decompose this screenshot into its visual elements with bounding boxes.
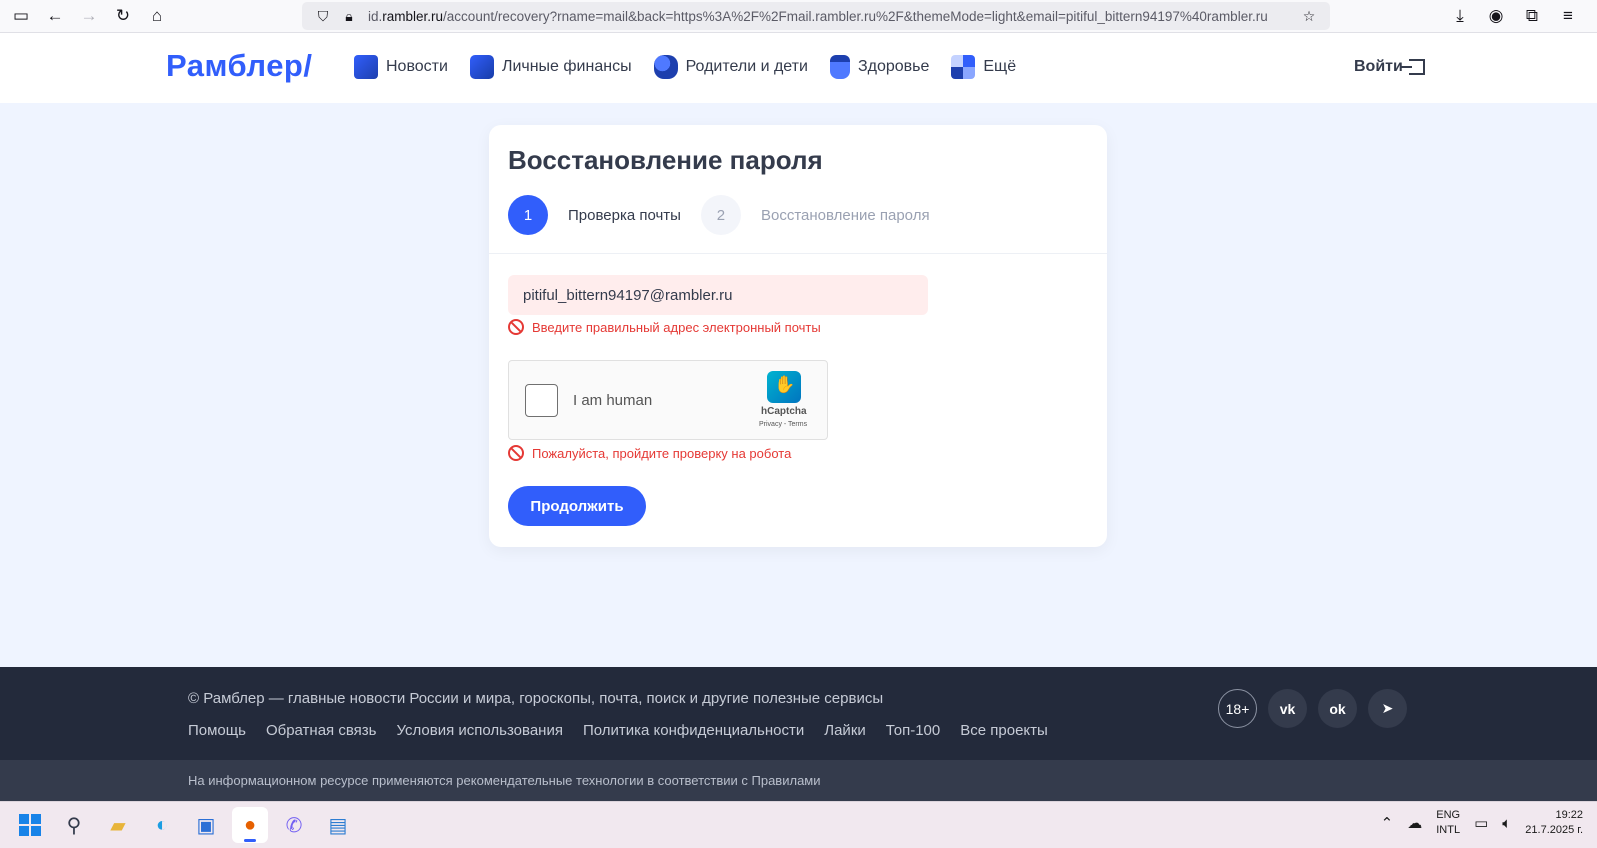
hcaptcha-logo-icon xyxy=(767,371,801,403)
odnoklassniki-icon[interactable]: ok xyxy=(1318,689,1357,728)
clock[interactable]: 19:22 21.7.2025 г. xyxy=(1525,808,1583,838)
captcha-error: Пожалуйста, пройдите проверку на робота xyxy=(508,445,791,461)
step-2-number: 2 xyxy=(700,195,741,235)
login-label: Войти xyxy=(1354,58,1403,75)
step-1-number: 1 xyxy=(508,195,548,235)
downloads-icon[interactable]: ⤓ xyxy=(1443,2,1477,30)
browser-toolbar: ▭ ← → ↻ ⌂ ⛉ 🔒︎ id.rambler.ru/account/rec… xyxy=(0,0,1597,33)
url-host: rambler.ru xyxy=(382,8,444,24)
site-header: Рамблер/ Новости Личные финансы Родители… xyxy=(0,33,1597,103)
footer-link-top100[interactable]: Топ-100 xyxy=(886,722,940,739)
rambler-logo[interactable]: Рамблер/ xyxy=(166,48,312,84)
card-divider xyxy=(489,253,1107,254)
nav-label: Ещё xyxy=(983,58,1017,75)
site-footer: © Рамблер — главные новости России и мир… xyxy=(0,667,1597,760)
windows-taskbar: ⚲ ▰ ◐ ▣ ● ✆ ▤ ⌃ ☁ ENG INTL ▭ 🔈︎ 19:22 21… xyxy=(0,801,1597,848)
nav-label: Личные финансы xyxy=(501,58,632,75)
nav-item-health[interactable]: Здоровье xyxy=(829,55,930,79)
language-indicator[interactable]: ENG INTL xyxy=(1436,808,1460,838)
error-icon xyxy=(508,319,524,335)
chevron-up-icon[interactable]: ⌃ xyxy=(1381,814,1394,832)
family-icon xyxy=(653,55,678,79)
footer-note-text[interactable]: На информационном ресурсе применяются ре… xyxy=(188,773,821,788)
social-links: 18+ vk ok ➤ xyxy=(1218,689,1407,728)
reload-icon[interactable]: ↻ xyxy=(106,2,140,30)
footer-link-all-projects[interactable]: Все проекты xyxy=(960,722,1048,739)
vk-icon[interactable]: vk xyxy=(1268,689,1307,728)
medicine-icon xyxy=(829,55,850,79)
stepper: 1 Проверка почты 2 Восстановление пароля xyxy=(508,195,950,235)
nav-label: Новости xyxy=(386,58,448,75)
lock-icon[interactable]: 🔒︎ xyxy=(336,8,362,25)
footer-link-terms[interactable]: Условия использования xyxy=(396,722,563,739)
windows-start-icon[interactable] xyxy=(12,807,48,843)
captcha-brand: hCaptcha xyxy=(761,406,807,417)
email-error: Введите правильный адрес электронный поч… xyxy=(508,319,821,335)
shield-icon[interactable]: ⛉ xyxy=(310,8,336,25)
system-tray: ⌃ ☁ ENG INTL ▭ 🔈︎ 19:22 21.7.2025 г. xyxy=(1381,808,1583,838)
sidebar-toggle-icon[interactable]: ▭ xyxy=(4,2,38,30)
taskbar-apps: ⚲ ▰ ◐ ▣ ● ✆ ▤ xyxy=(12,807,356,843)
footer-links: Помощь Обратная связь Условия использова… xyxy=(188,722,1048,739)
clock-time: 19:22 xyxy=(1555,809,1583,821)
telegram-icon[interactable]: ➤ xyxy=(1368,689,1407,728)
email-input[interactable] xyxy=(508,275,928,315)
edge-icon[interactable]: ◐ xyxy=(144,807,180,843)
captcha-links[interactable]: Privacy - Terms xyxy=(759,421,807,428)
account-icon[interactable]: ◉ xyxy=(1479,2,1513,30)
login-icon xyxy=(1400,59,1425,75)
bookmark-star-icon[interactable]: ☆ xyxy=(1296,8,1322,25)
lang-layout: INTL xyxy=(1436,824,1461,836)
url-bar[interactable]: ⛉ 🔒︎ id.rambler.ru/account/recovery?rnam… xyxy=(302,2,1330,30)
nav-label: Здоровье xyxy=(857,58,930,75)
lang-code: ENG xyxy=(1436,809,1461,821)
cloud-off-icon[interactable]: ☁ xyxy=(1407,814,1422,832)
email-error-text: Введите правильный адрес электронный поч… xyxy=(532,319,821,335)
volume-icon[interactable]: 🔈︎ xyxy=(1502,815,1511,832)
url-path: /account/recovery?rname=mail&back=https%… xyxy=(443,8,1268,24)
page-title: Восстановление пароля xyxy=(508,145,823,175)
captcha-label: I am human xyxy=(573,392,653,409)
nav-item-family[interactable]: Родители и дети xyxy=(653,55,808,79)
notepad-icon[interactable]: ▤ xyxy=(320,807,356,843)
grid-icon xyxy=(951,55,976,79)
menu-icon[interactable]: ≡ xyxy=(1551,2,1585,30)
recovery-card: Восстановление пароля 1 Проверка почты 2… xyxy=(489,125,1107,547)
step-1-label: Проверка почты xyxy=(568,206,681,224)
wallet-icon xyxy=(469,55,494,79)
nav-label: Родители и дети xyxy=(685,58,808,75)
network-icon[interactable]: ▭ xyxy=(1474,814,1488,832)
footer-link-likes[interactable]: Лайки xyxy=(824,722,866,739)
age-rating-badge: 18+ xyxy=(1218,689,1257,728)
captcha-checkbox[interactable] xyxy=(525,384,558,417)
footer-copyright: © Рамблер — главные новости России и мир… xyxy=(188,690,884,707)
nav-item-news[interactable]: Новости xyxy=(354,55,448,79)
error-icon xyxy=(508,445,524,461)
extensions-icon[interactable]: ⧉ xyxy=(1515,2,1549,30)
footer-link-privacy[interactable]: Политика конфиденциальности xyxy=(583,722,804,739)
search-icon[interactable]: ⚲ xyxy=(56,807,92,843)
nav-item-finance[interactable]: Личные финансы xyxy=(469,55,632,79)
login-button[interactable]: Войти xyxy=(1354,58,1425,76)
firefox-icon[interactable]: ● xyxy=(232,807,268,843)
step-2-label: Восстановление пароля xyxy=(760,206,930,224)
store-icon[interactable]: ▣ xyxy=(188,807,224,843)
url-prefix: id. xyxy=(368,8,383,24)
nav-item-more[interactable]: Ещё xyxy=(951,55,1016,79)
captcha-error-text: Пожалуйста, пройдите проверку на робота xyxy=(532,445,792,461)
home-icon[interactable]: ⌂ xyxy=(140,2,174,30)
footer-link-feedback[interactable]: Обратная связь xyxy=(266,722,377,739)
clock-date: 21.7.2025 г. xyxy=(1525,824,1583,836)
viber-icon[interactable]: ✆ xyxy=(276,807,312,843)
footer-note: На информационном ресурсе применяются ре… xyxy=(0,760,1597,801)
newspaper-icon xyxy=(354,55,378,79)
back-icon[interactable]: ← xyxy=(38,2,72,30)
main-nav: Новости Личные финансы Родители и дети З… xyxy=(354,55,1016,79)
file-explorer-icon[interactable]: ▰ xyxy=(100,807,136,843)
footer-link-help[interactable]: Помощь xyxy=(188,722,246,739)
url-text[interactable]: id.rambler.ru/account/recovery?rname=mai… xyxy=(368,9,1296,24)
continue-button[interactable]: Продолжить xyxy=(508,486,646,526)
forward-icon[interactable]: → xyxy=(72,2,106,30)
hcaptcha-widget: I am human hCaptcha Privacy - Terms xyxy=(508,360,828,440)
